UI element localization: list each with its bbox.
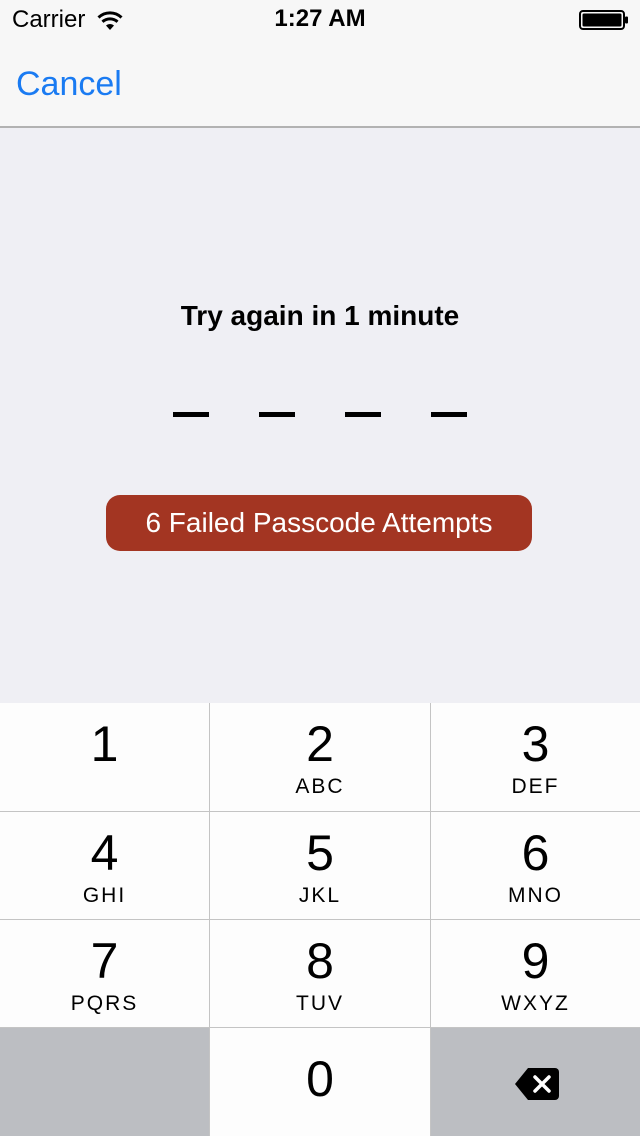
- key-digit: 3: [521, 716, 550, 772]
- key-digit: 0: [306, 1051, 334, 1107]
- backspace-icon: [515, 1068, 559, 1100]
- key-1[interactable]: 1: [0, 703, 209, 811]
- passcode-digit-placeholder: [259, 412, 295, 417]
- key-9[interactable]: 9 WXYZ: [431, 920, 640, 1027]
- key-2[interactable]: 2 ABC: [210, 703, 430, 811]
- keypad-blank-key: [0, 1028, 209, 1136]
- key-4[interactable]: 4 GHI: [0, 812, 209, 919]
- passcode-digit-placeholder: [431, 412, 467, 417]
- key-letters: PQRS: [70, 992, 139, 1015]
- key-letters: MNO: [508, 884, 563, 907]
- passcode-digit-placeholder: [173, 412, 209, 417]
- key-digit: 4: [90, 825, 119, 881]
- key-letters: TUV: [296, 992, 344, 1015]
- battery-icon: [579, 10, 628, 30]
- key-letters: WXYZ: [501, 992, 570, 1015]
- key-letters: ABC: [295, 775, 345, 798]
- key-digit: 9: [521, 933, 550, 989]
- key-0[interactable]: 0: [210, 1028, 430, 1136]
- key-6[interactable]: 6 MNO: [431, 812, 640, 919]
- keypad-divider: [0, 919, 640, 920]
- navigation-bar: Carrier 1:27 AM Cancel: [0, 0, 640, 128]
- keypad-divider: [0, 811, 640, 812]
- key-digit: 7: [90, 933, 119, 989]
- status-time: 1:27 AM: [274, 5, 366, 32]
- key-letters: GHI: [82, 884, 127, 907]
- key-8[interactable]: 8 TUV: [210, 920, 430, 1027]
- key-7[interactable]: 7 PQRS: [0, 920, 209, 1027]
- cancel-button[interactable]: Cancel: [16, 64, 122, 104]
- key-letters: DEF: [511, 775, 560, 798]
- key-3[interactable]: 3 DEF: [431, 703, 640, 811]
- key-digit: 2: [306, 716, 334, 772]
- key-letters: JKL: [298, 884, 342, 907]
- passcode-digit-placeholder: [345, 412, 381, 417]
- keypad-divider: [0, 1027, 640, 1028]
- failed-attempts-badge: 6 Failed Passcode Attempts: [106, 495, 532, 551]
- key-digit: 1: [90, 716, 119, 772]
- passcode-lockout-screen: Carrier 1:27 AM Cancel Try again in 1 mi…: [0, 0, 640, 1136]
- lockout-prompt: Try again in 1 minute: [180, 300, 460, 331]
- passcode-entry-indicator: [0, 412, 640, 418]
- key-5[interactable]: 5 JKL: [210, 812, 430, 919]
- key-digit: 6: [521, 825, 550, 881]
- key-digit: 8: [306, 933, 334, 989]
- key-digit: 5: [306, 825, 334, 881]
